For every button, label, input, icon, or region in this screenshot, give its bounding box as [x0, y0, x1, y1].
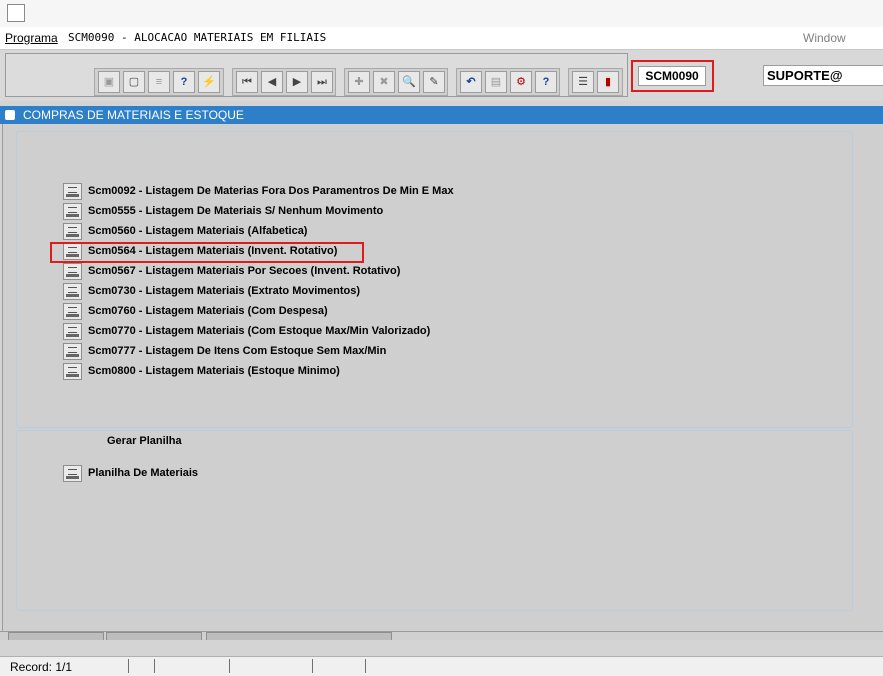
section-gerar-planilha: Gerar Planilha	[107, 435, 182, 447]
program-code-highlight: SCM0090	[631, 60, 714, 92]
report-label: Scm0555 - Listagem De Materiais S/ Nenhu…	[88, 205, 384, 217]
search-record-icon[interactable]: 🔍	[398, 71, 420, 93]
menu-window[interactable]: Window	[803, 31, 846, 45]
menu-icon[interactable]: ☰	[572, 71, 594, 93]
selected-report-highlight	[50, 242, 364, 263]
menu-programa[interactable]: Programa	[5, 31, 58, 45]
print-report-icon[interactable]	[63, 303, 82, 320]
app-titlebar	[0, 0, 883, 27]
record-status: Record: 1/1	[10, 660, 73, 674]
spreadsheet-panel	[16, 430, 853, 611]
clipboard-icon[interactable]: ▤	[485, 71, 507, 93]
status-divider	[229, 659, 230, 673]
print-report-icon[interactable]	[63, 283, 82, 300]
tab-1[interactable]	[8, 632, 104, 640]
navigation-group: ⏮ ◀ ▶ ⏭	[232, 68, 336, 96]
status-divider	[154, 659, 155, 673]
report-label: Scm0730 - Listagem Materiais (Extrato Mo…	[88, 285, 361, 297]
report-label: Scm0567 - Listagem Materiais Por Secoes …	[88, 265, 401, 277]
spreadsheet-label: Planilha De Materiais	[88, 467, 199, 479]
clear-record-icon[interactable]: ✎	[423, 71, 445, 93]
report-label: Scm0560 - Listagem Materiais (Alfabetica…	[88, 225, 308, 237]
report-label: Scm0092 - Listagem De Materias Fora Dos …	[88, 185, 454, 197]
toolbar: ▣ ▢ ≡ ? ⚡ ⏮ ◀ ▶ ⏭ ✚ ✖ 🔍 ✎ ↶ ▤ ⚙ ? ☰ ▮	[0, 50, 883, 101]
edit-group: ✚ ✖ 🔍 ✎	[344, 68, 448, 96]
print-report-icon[interactable]	[63, 223, 82, 240]
tab-2[interactable]	[106, 632, 202, 640]
status-divider	[128, 659, 129, 673]
help-icon[interactable]: ?	[535, 71, 557, 93]
save-icon[interactable]: ▣	[98, 71, 120, 93]
last-record-icon[interactable]: ⏭	[311, 71, 333, 93]
tabs-strip	[0, 631, 883, 640]
delete-record-icon[interactable]: ✖	[373, 71, 395, 93]
report-label: Scm0760 - Listagem Materiais (Com Despes…	[88, 305, 328, 317]
print-report-icon[interactable]	[63, 343, 82, 360]
window-title: COMPRAS DE MATERIAIS E ESTOQUE	[23, 108, 244, 122]
user-field: SUPORTE@	[763, 65, 883, 86]
print-report-icon[interactable]	[63, 465, 82, 482]
reports-panel	[16, 131, 853, 428]
print-report-icon[interactable]	[63, 203, 82, 220]
toolbar-panel: ▣ ▢ ≡ ? ⚡ ⏮ ◀ ▶ ⏭ ✚ ✖ 🔍 ✎ ↶ ▤ ⚙ ? ☰ ▮	[5, 53, 628, 97]
print-report-icon[interactable]	[63, 363, 82, 380]
report-label: Scm0770 - Listagem Materiais (Com Estoqu…	[88, 325, 431, 337]
exit-door-icon[interactable]: ▮	[597, 71, 619, 93]
window-header: COMPRAS DE MATERIAIS E ESTOQUE	[0, 106, 883, 124]
menu-bar: Programa SCM0090 - ALOCACAO MATERIAIS EM…	[0, 27, 883, 50]
print-icon[interactable]: ≡	[148, 71, 170, 93]
first-record-icon[interactable]: ⏮	[236, 71, 258, 93]
report-label: Scm0777 - Listagem De Itens Com Estoque …	[88, 345, 387, 357]
java-app-icon	[7, 4, 25, 22]
tab-3[interactable]	[206, 632, 392, 640]
print-report-icon[interactable]	[63, 323, 82, 340]
program-title: SCM0090 - ALOCACAO MATERIAIS EM FILIAIS	[68, 31, 327, 44]
report-label: Scm0800 - Listagem Materiais (Estoque Mi…	[88, 365, 340, 377]
screen-icon[interactable]: ▢	[123, 71, 145, 93]
program-code-field: SCM0090	[638, 66, 706, 86]
exit-group: ☰ ▮	[568, 68, 623, 96]
print-report-icon[interactable]	[63, 183, 82, 200]
status-bar: Record: 1/1	[0, 656, 883, 676]
query-help-icon[interactable]: ?	[173, 71, 195, 93]
next-record-icon[interactable]: ▶	[286, 71, 308, 93]
execute-query-icon[interactable]: ⚡	[198, 71, 220, 93]
window-icon	[5, 110, 15, 120]
previous-record-icon[interactable]: ◀	[261, 71, 283, 93]
status-divider	[365, 659, 366, 673]
record-actions-group: ▣ ▢ ≡ ? ⚡	[94, 68, 224, 96]
undo-icon[interactable]: ↶	[460, 71, 482, 93]
print-report-icon[interactable]	[63, 263, 82, 280]
tools-icon[interactable]: ⚙	[510, 71, 532, 93]
tools-group: ↶ ▤ ⚙ ?	[456, 68, 560, 96]
insert-record-icon[interactable]: ✚	[348, 71, 370, 93]
status-divider	[312, 659, 313, 673]
